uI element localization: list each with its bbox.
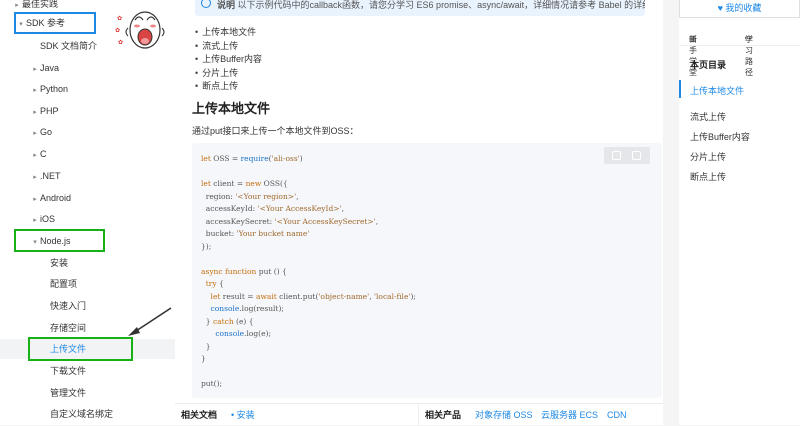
sidebar-item-php[interactable]: ▸ PHP <box>30 101 58 121</box>
highlight-box-nodejs <box>14 229 105 252</box>
topic-list: 上传本地文件 流式上传 上传Buffer内容 分片上传 断点上传 <box>195 26 262 94</box>
highlight-box-upload <box>28 337 133 361</box>
product-link-oss[interactable]: 对象存储 OSS <box>475 404 533 426</box>
toggle-theme-icon[interactable] <box>612 151 621 160</box>
sidebar-item-config[interactable]: 配置项 <box>50 274 77 294</box>
favorites-button[interactable]: ♥ 我的收藏 <box>679 0 800 18</box>
product-link-cdn[interactable]: CDN <box>607 404 627 426</box>
toc-item-multipart-upload[interactable]: 分片上传 <box>690 150 726 163</box>
caret-right-icon: ▸ <box>33 130 37 137</box>
list-item: 分片上传 <box>195 67 262 81</box>
toc-active-indicator <box>679 80 681 98</box>
list-item: 上传Buffer内容 <box>195 53 262 67</box>
sidebar-item-quickstart[interactable]: 快速入门 <box>50 296 86 316</box>
heart-icon: ♥ <box>717 3 723 13</box>
sidebar-item-bucket[interactable]: 存储空间 <box>50 318 86 338</box>
sidebar-item-java[interactable]: ▸ Java <box>30 58 59 78</box>
copy-icon[interactable] <box>632 151 641 160</box>
toc-title: 本页目录 <box>690 60 727 70</box>
main-content: 说明 以下示例代码中的callback函数，请您分学习 ES6 promise、… <box>175 0 663 426</box>
related-footer: 相关文档 • 安装 相关产品 对象存储 OSS 云服务器 ECS CDN <box>175 403 663 426</box>
annotation-arrow-icon <box>128 307 172 336</box>
sidebar-item-ios[interactable]: ▸ iOS <box>30 209 55 229</box>
svg-text:✿: ✿ <box>117 15 122 22</box>
mascot-emoji-icon: ✿ ✿ ✿ <box>115 11 165 49</box>
highlight-box-sdk <box>14 12 96 34</box>
sidebar-item-dotnet[interactable]: ▸ .NET <box>30 166 60 186</box>
section-intro: 通过put接口来上传一个本地文件到OSS： <box>192 126 359 136</box>
right-panel: ♥ 我的收藏 ▥ 新手学堂 ⚯ 学习路径 本页目录 上传本地文件 流式上传 上传… <box>679 0 800 425</box>
learning-links: ▥ 新手学堂 ⚯ 学习路径 <box>679 26 800 77</box>
notice-banner: 说明 以下示例代码中的callback函数，请您分学习 ES6 promise、… <box>195 0 645 16</box>
section-heading: 上传本地文件 <box>192 101 271 116</box>
footer-divider <box>418 404 419 426</box>
sidebar-item-custom-domain[interactable]: 自定义域名绑定 <box>50 404 113 424</box>
related-docs-label: 相关文档 <box>181 410 218 420</box>
caret-right-icon: ▸ <box>33 66 37 73</box>
caret-right-icon: ▸ <box>33 152 37 159</box>
toc-item-buffer-upload[interactable]: 上传Buffer内容 <box>690 130 750 143</box>
code-text: let OSS = require('ali-oss') let client … <box>201 154 416 388</box>
list-item: 上传本地文件 <box>195 26 262 40</box>
caret-right-icon: ▸ <box>33 87 37 94</box>
info-icon <box>201 0 211 8</box>
sidebar-item-android[interactable]: ▸ Android <box>30 188 71 208</box>
caret-right-icon: ▸ <box>33 196 37 203</box>
list-item: 断点上传 <box>195 80 262 94</box>
product-link-ecs[interactable]: 云服务器 ECS <box>541 404 598 426</box>
caret-right-icon: ▸ <box>33 174 37 181</box>
list-item: 流式上传 <box>195 40 262 54</box>
related-products-label: 相关产品 <box>425 410 462 420</box>
sidebar-item-download[interactable]: 下载文件 <box>50 361 86 381</box>
caret-right-icon: ▸ <box>33 217 37 224</box>
toc-item-stream-upload[interactable]: 流式上传 <box>690 110 726 123</box>
sidebar-item-sdk-intro[interactable]: SDK 文档简介 <box>40 36 97 56</box>
toc-item-resumable-upload[interactable]: 断点上传 <box>690 170 726 183</box>
svg-text:✿: ✿ <box>115 27 120 34</box>
code-block: let OSS = require('ali-oss') let client … <box>192 143 662 398</box>
code-toolbar <box>604 147 650 164</box>
install-link[interactable]: • 安装 <box>231 404 255 426</box>
sidebar-item-manage[interactable]: 管理文件 <box>50 383 86 403</box>
sidebar-item-python[interactable]: ▸ Python <box>30 79 68 99</box>
caret-right-icon: ▸ <box>33 109 37 116</box>
sidebar-nav: ▸ 最佳实践 ▾ SDK 参考 SDK 文档简介 ▸ Java ▸ Python ▸ PH… <box>0 0 175 425</box>
toc-item-upload-local[interactable]: 上传本地文件 <box>690 84 744 97</box>
svg-text:✿: ✿ <box>118 39 123 46</box>
sidebar-item-c[interactable]: ▸ C <box>30 144 46 164</box>
sidebar-item-go[interactable]: ▸ Go <box>30 122 52 142</box>
sidebar-item-install[interactable]: 安装 <box>50 253 68 273</box>
